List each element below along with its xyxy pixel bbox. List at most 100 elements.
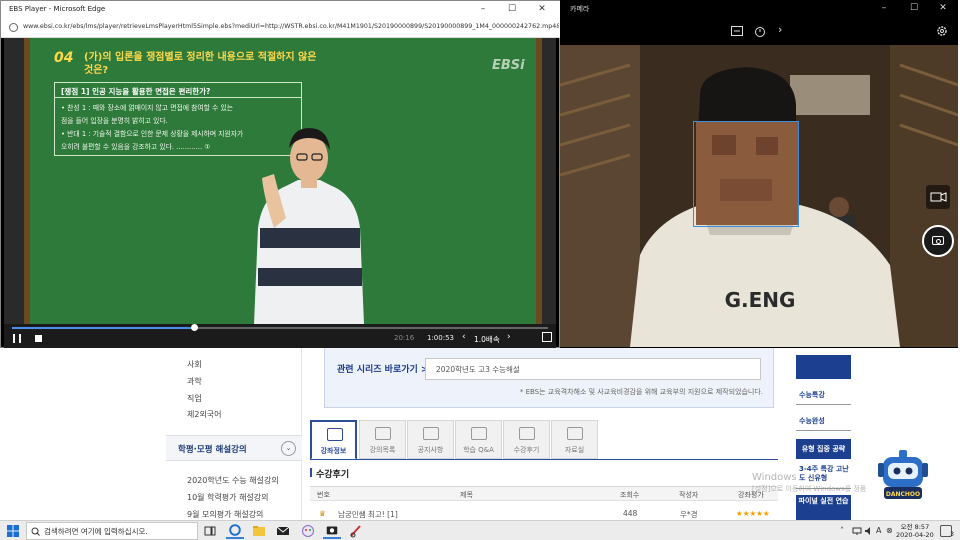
menu-link-science[interactable]: 과학 [187, 376, 202, 387]
task-view-icon[interactable] [201, 523, 219, 539]
review-title[interactable]: 남궁민쌤 최고! [1] [338, 509, 398, 520]
minimize-icon[interactable]: – [469, 1, 497, 18]
tab-notice[interactable]: 공지사항 [407, 420, 454, 459]
question-text: (가)의 입론을 쟁점별로 정리한 내용으로 적절하지 않은 것은? [84, 52, 317, 76]
time-total: 20:16 [394, 334, 415, 342]
timer-icon[interactable] [754, 25, 766, 37]
header-number: 번호 [317, 491, 330, 499]
taskbar-search-input[interactable]: 검색하려면 여기에 입력하십시오. [26, 522, 198, 540]
list-icon [375, 427, 391, 440]
close-icon[interactable]: ✕ [929, 0, 957, 17]
clock-date: 2020-04-20 [896, 531, 934, 539]
pause-icon[interactable] [13, 334, 21, 343]
snipping-tool-icon[interactable] [347, 523, 365, 539]
progress-knob[interactable] [191, 324, 199, 331]
menu-section-title: 학평·모평 해설강의 [178, 445, 247, 455]
series-note: * EBS는 교육격차해소 및 사교육비경감을 위해 교육부의 지원으로 제작되… [519, 388, 763, 396]
menu-link-social[interactable]: 사회 [187, 359, 202, 370]
progress-track[interactable] [12, 324, 548, 331]
address-url[interactable]: www.ebsi.co.kr/ebs/lms/player/retrieveLm… [23, 23, 559, 30]
mail-app-icon[interactable] [274, 523, 292, 539]
watermark-title: Windows [752, 472, 797, 483]
teacher-figure [254, 128, 364, 324]
language-icon[interactable]: A [876, 526, 886, 536]
tab-materials[interactable]: 자료실 [551, 420, 598, 459]
tab-course-info[interactable]: 강좌정보 [310, 420, 357, 460]
table-row[interactable]: ♛ 남궁민쌤 최고! [1] 448 우*경 ★★★★★ [310, 506, 778, 520]
close-icon[interactable]: ✕ [528, 1, 556, 18]
related-series-title[interactable]: 관련 시리즈 바로가기 > [337, 362, 428, 375]
windows-start-icon[interactable] [4, 523, 22, 539]
windows-taskbar: 검색하려면 여기에 입력하십시오. ˄ A ⊗ 오전 8:57 2020-04-… [0, 520, 960, 540]
series-select-value: 2020학년도 고3 수능해설 [436, 365, 520, 374]
paint-app-icon[interactable] [299, 523, 317, 539]
header-title: 제목 [460, 491, 473, 499]
network-icon[interactable] [852, 526, 862, 536]
fullscreen-icon[interactable] [542, 332, 552, 342]
camera-preview: G.ENG [560, 45, 958, 347]
banner-type-focus[interactable]: 유형 집중 공략 [796, 439, 851, 459]
file-explorer-icon[interactable] [250, 523, 268, 539]
video-mode-icon[interactable] [926, 185, 950, 209]
speed-increase-icon[interactable]: › [507, 332, 511, 342]
banner-suneung-complete[interactable]: 수능완성 [796, 413, 851, 431]
banner-suneung-special[interactable]: 수능특강 [796, 387, 851, 405]
banner-top[interactable] [796, 355, 851, 379]
book-icon [327, 428, 343, 441]
danchoo-mascot[interactable]: DANCHOO [870, 447, 936, 503]
hdr-icon[interactable] [731, 26, 743, 36]
chevron-right-icon[interactable]: › [778, 23, 782, 36]
face-detection-box [693, 121, 799, 227]
tab-reviews[interactable]: 수강후기 [503, 420, 550, 459]
svg-text:G.ENG: G.ENG [725, 288, 796, 312]
watermark-sub: [설정]으로 이동하여 Windows를 정품 [752, 485, 867, 493]
chat-icon [471, 427, 487, 440]
volume-icon[interactable] [864, 526, 874, 536]
review-rating: ★★★★★ [736, 509, 770, 518]
edge-window-title: EBS Player - Microsoft Edge [9, 5, 106, 13]
tab-qna[interactable]: 학습 Q&A [455, 420, 502, 459]
lecture-video[interactable]: 04 (가)의 입론을 쟁점별로 정리한 내용으로 적절하지 않은 것은? EB… [4, 38, 556, 324]
menu-section-header[interactable]: 학평·모평 해설강의 ⌄ [166, 435, 302, 461]
tab-lecture-list[interactable]: 강의목록 [359, 420, 406, 459]
edge-address-bar[interactable]: www.ebsi.co.kr/ebs/lms/player/retrieveLm… [1, 18, 561, 38]
menu-link-october[interactable]: 10월 학력평가 해설강의 [187, 492, 269, 503]
maximize-icon[interactable]: ☐ [498, 1, 526, 18]
header-views: 조회수 [620, 491, 640, 499]
tabs-underline [310, 459, 778, 460]
gear-icon[interactable] [936, 25, 948, 37]
trophy-icon: ♛ [319, 509, 326, 518]
speed-decrease-icon[interactable]: ‹ [462, 332, 466, 342]
series-select[interactable]: 2020학년도 고3 수능해설 [425, 358, 761, 380]
menu-link-september[interactable]: 9월 모의평가 해설강의 [187, 509, 263, 520]
reviews-table-header: 번호 제목 조회수 작성자 강좌평가 [310, 486, 778, 501]
camera-app-icon[interactable] [323, 523, 341, 539]
mascot-label: DANCHOO [886, 491, 920, 498]
edge-titlebar[interactable]: EBS Player - Microsoft Edge – ☐ ✕ [1, 1, 561, 18]
document-icon [567, 427, 583, 440]
stop-icon[interactable] [35, 335, 42, 342]
camera-window-title: 카메라 [570, 5, 590, 13]
camera-shutter-button[interactable] [922, 225, 954, 257]
chevron-down-icon[interactable]: ⌄ [281, 441, 296, 456]
edge-app-icon[interactable] [226, 523, 244, 539]
microphone-icon [423, 427, 439, 440]
menu-link-second-language[interactable]: 제2외국어 [187, 409, 222, 420]
minimize-icon[interactable]: – [870, 0, 898, 17]
review-author: 우*경 [680, 510, 698, 519]
time-current: 1:00:53 [427, 334, 454, 342]
notification-icon[interactable]: 3 [940, 525, 954, 538]
notification-count: 3 [950, 531, 954, 538]
banner-final[interactable]: 파이널 실전 연습 [796, 495, 851, 520]
info-icon[interactable] [9, 23, 18, 32]
maximize-icon[interactable]: ☐ [900, 0, 928, 17]
menu-link-job[interactable]: 직업 [187, 393, 202, 404]
right-banners: 수능특강 수능완성 유형 집중 공략 3-4주 특강 고난도 신유형 파이널 실… [796, 355, 852, 520]
speed-label: 1.0배속 [474, 335, 500, 344]
camera-titlebar[interactable]: 카메라 – ☐ ✕ [560, 0, 958, 17]
chevron-up-icon[interactable]: ˄ [840, 526, 850, 536]
taskbar-clock[interactable]: 오전 8:57 2020-04-20 [896, 523, 934, 539]
menu-link-suneung[interactable]: 2020학년도 수능 해설강의 [187, 475, 279, 486]
case-line: • 찬성 1 : 때와 장소에 얽매이지 않고 면접에 참여할 수 있는 [61, 104, 233, 112]
close-circle-icon[interactable]: ⊗ [886, 526, 896, 536]
